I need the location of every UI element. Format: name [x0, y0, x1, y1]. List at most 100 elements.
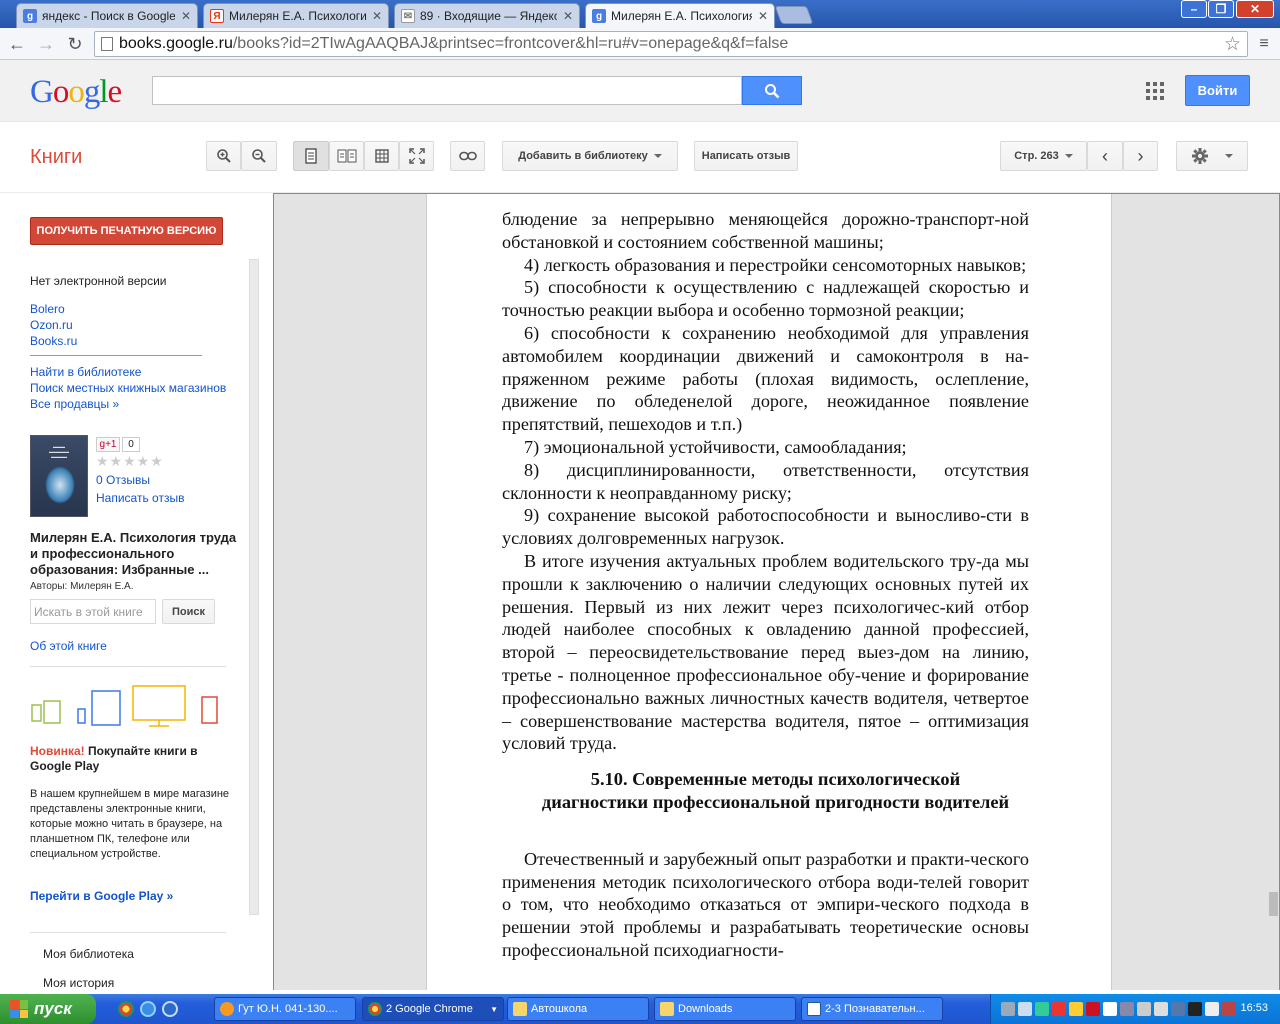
app-quicklaunch-icon[interactable] — [162, 1001, 178, 1017]
fullscreen-button[interactable] — [399, 141, 434, 171]
tray-icon[interactable] — [1222, 1002, 1236, 1016]
reviews-link[interactable]: 0 Отзывы — [96, 473, 150, 487]
my-history-link[interactable]: Моя история — [43, 976, 114, 990]
google-play-link[interactable]: Перейти в Google Play » — [30, 889, 173, 903]
taskbar-item-label: Downloads — [678, 1003, 733, 1015]
close-icon[interactable]: ✕ — [372, 9, 382, 23]
google-search-input[interactable] — [152, 76, 742, 105]
start-button[interactable]: пуск — [0, 994, 96, 1024]
maximize-button[interactable]: ❐ — [1208, 0, 1234, 18]
reload-icon[interactable]: ↻ — [64, 33, 86, 55]
tray-icon[interactable] — [1069, 1002, 1083, 1016]
windows-logo-icon — [10, 1000, 28, 1018]
tab-title: яндекс - Поиск в Google — [42, 9, 175, 23]
page-select-button[interactable]: Стр. 263 — [1000, 141, 1087, 171]
browser-tab[interactable]: Я Милерян Е.А. Психология т ✕ — [203, 3, 389, 28]
tray-icon[interactable] — [1035, 1002, 1049, 1016]
promo-new-badge: Новинка! — [30, 744, 85, 758]
taskbar-item[interactable]: Гут Ю.Н. 041-130.... — [214, 997, 356, 1021]
write-review-button[interactable]: Написать отзыв — [694, 141, 798, 171]
google-play-promo-title: Новинка! Покупайте книги в Google Play — [30, 744, 230, 774]
close-icon[interactable]: ✕ — [758, 9, 768, 23]
chrome-quicklaunch-icon[interactable] — [118, 1001, 134, 1017]
tray-icon[interactable] — [1052, 1002, 1066, 1016]
start-label: пуск — [34, 999, 72, 1018]
tray-icon[interactable] — [1154, 1002, 1168, 1016]
two-page-view-button[interactable] — [329, 141, 364, 171]
sidebar-scrollbar[interactable] — [249, 259, 259, 915]
taskbar-item[interactable]: 2 Google Chrome ▼ — [362, 997, 504, 1021]
address-bar[interactable]: books.google.ru/books?id=2TIwAgAAQBAJ&pr… — [94, 31, 1248, 57]
get-print-version-button[interactable]: ПОЛУЧИТЬ ПЕЧАТНУЮ ВЕРСИЮ — [30, 217, 223, 245]
zoom-in-icon — [216, 149, 231, 163]
browser-tab-active[interactable]: g Милерян Е.А. Психология т ✕ — [585, 3, 775, 28]
previous-page-button[interactable]: ‹ — [1087, 141, 1123, 171]
about-book-link[interactable]: Об этой книге — [30, 639, 107, 653]
zoom-out-button[interactable] — [241, 141, 277, 171]
apps-grid-icon[interactable] — [1146, 82, 1164, 100]
zoom-in-button[interactable] — [206, 141, 241, 171]
tray-icon[interactable] — [1120, 1002, 1134, 1016]
search-in-book-input[interactable]: Искать в этой книге — [30, 599, 156, 624]
taskbar-item[interactable]: 2-3 Познавательн... — [801, 997, 943, 1021]
books-toolbar: Книги Добавить в библиотеку Написать отз… — [0, 122, 1280, 193]
tray-icon[interactable] — [1001, 1002, 1015, 1016]
next-page-button[interactable]: › — [1123, 141, 1158, 171]
taskbar-item[interactable]: Downloads — [654, 997, 796, 1021]
no-ebook-text: Нет электронной версии — [30, 274, 167, 288]
back-arrow-icon[interactable]: ← — [6, 33, 28, 55]
viewer-scrollbar-thumb[interactable] — [1269, 892, 1278, 916]
tray-icon[interactable] — [1188, 1002, 1202, 1016]
single-page-view-button[interactable] — [293, 141, 329, 171]
local-stores-link[interactable]: Поиск местных книжных магазинов — [30, 381, 226, 395]
books-title[interactable]: Книги — [30, 146, 82, 169]
bookmark-star-icon[interactable]: ☆ — [1224, 33, 1241, 56]
google-search-button[interactable] — [742, 76, 802, 105]
all-sellers-link[interactable]: Все продавцы » — [30, 397, 119, 411]
window-close-button[interactable]: ✕ — [1236, 0, 1274, 18]
tray-icon[interactable] — [1086, 1002, 1100, 1016]
find-in-library-link[interactable]: Найти в библиотеке — [30, 365, 141, 379]
tray-icon[interactable] — [1137, 1002, 1151, 1016]
browser-tab[interactable]: g яндекс - Поиск в Google ✕ — [16, 3, 198, 28]
google-header: Google Войти — [0, 60, 1280, 122]
book-cover-thumbnail[interactable]: ▬▬▬ ▬▬▬▬▬ ▬▬▬▬ — [30, 435, 88, 517]
google-plus-one[interactable]: g+1 0 — [96, 437, 140, 452]
thumbnail-view-button[interactable] — [364, 141, 399, 171]
divider — [30, 355, 202, 356]
book-authors: Авторы: Милерян Е.А. — [30, 581, 134, 592]
google-logo[interactable]: Google — [30, 74, 122, 111]
page-paragraph: 7) эмоциональной устойчивости, самооблад… — [524, 436, 907, 457]
browser-toolbar: ← → ↻ books.google.ru/books?id=2TIwAgAAQ… — [0, 28, 1280, 60]
taskbar-item[interactable]: Автошкола — [507, 997, 649, 1021]
tray-icon[interactable] — [1171, 1002, 1185, 1016]
settings-button[interactable] — [1176, 141, 1248, 171]
link-button[interactable] — [450, 141, 485, 171]
seller-link[interactable]: Bolero — [30, 302, 65, 316]
google-favicon-icon: g — [592, 9, 606, 23]
menu-icon[interactable]: ≡ — [1253, 33, 1275, 55]
browser-tab[interactable]: ✉ 89 · Входящие — Яндекс.П ✕ — [394, 3, 580, 28]
seller-link[interactable]: Books.ru — [30, 334, 77, 348]
add-to-library-button[interactable]: Добавить в библиотеку — [502, 141, 678, 171]
tray-icon[interactable] — [1018, 1002, 1032, 1016]
close-icon[interactable]: ✕ — [181, 9, 191, 23]
login-button[interactable]: Войти — [1185, 75, 1250, 106]
tray-icon[interactable] — [1103, 1002, 1117, 1016]
my-library-link[interactable]: Моя библиотека — [43, 947, 134, 961]
new-tab-button[interactable] — [774, 6, 814, 24]
close-icon[interactable]: ✕ — [563, 9, 573, 23]
chevron-right-icon: › — [1137, 145, 1144, 166]
forward-arrow-icon[interactable]: → — [35, 33, 57, 55]
google-favicon-icon: g — [23, 9, 37, 23]
plus-one-icon[interactable]: g+1 — [96, 437, 120, 452]
viewer-scrollbar[interactable] — [1268, 194, 1279, 990]
ie-quicklaunch-icon[interactable] — [140, 1001, 156, 1017]
book-viewer[interactable]: блюдение за непрерывно меняющейся дорожн… — [273, 193, 1280, 990]
write-review-link[interactable]: Написать отзыв — [96, 491, 184, 505]
search-in-book-button[interactable]: Поиск — [162, 599, 215, 624]
volume-icon[interactable] — [1205, 1002, 1219, 1016]
minimize-button[interactable]: – — [1181, 0, 1207, 18]
seller-link[interactable]: Ozon.ru — [30, 318, 73, 332]
browser-tabstrip: g яндекс - Поиск в Google ✕ Я Милерян Е.… — [0, 0, 1280, 28]
